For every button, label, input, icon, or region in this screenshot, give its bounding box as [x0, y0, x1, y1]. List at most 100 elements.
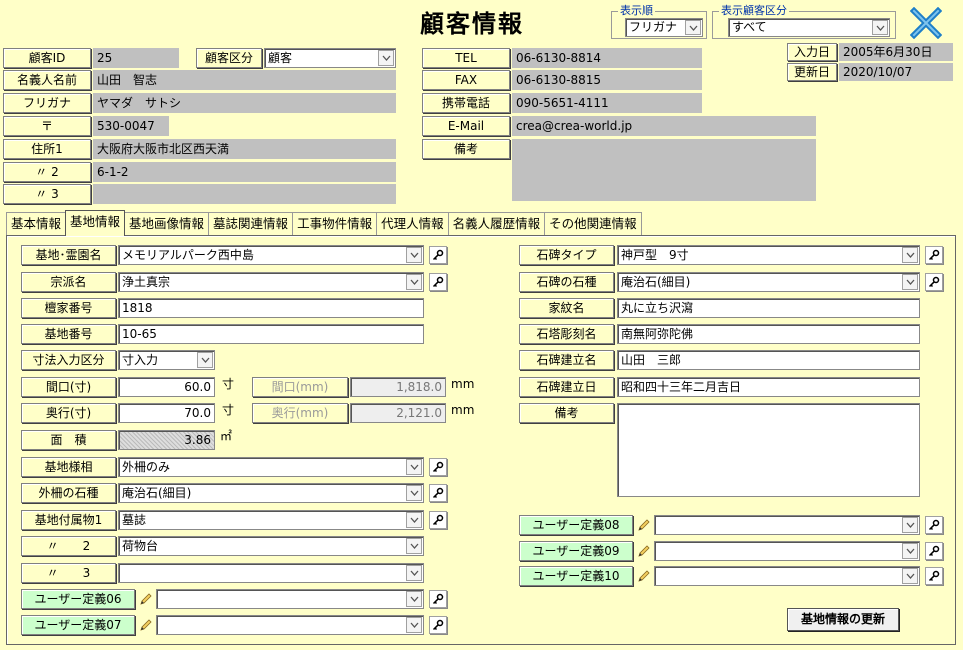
- customer-type-filter-select[interactable]: すべて: [728, 18, 890, 37]
- depth-mm-field: 2,121.0: [350, 403, 446, 423]
- builder-field[interactable]: 山田 三郎: [617, 350, 920, 370]
- remarks-field[interactable]: [512, 139, 816, 201]
- build-date-field[interactable]: 昭和四十三年二月吉日: [617, 377, 920, 397]
- user08-select[interactable]: [654, 515, 920, 535]
- tab-agent-info[interactable]: 代理人情報: [376, 212, 449, 236]
- user07-select[interactable]: [156, 615, 424, 635]
- width-sun-field[interactable]: 60.0: [118, 377, 215, 397]
- address1-field[interactable]: 大阪府大阪市北区西天満: [93, 139, 396, 159]
- chevron-down-icon[interactable]: [406, 512, 422, 528]
- pencil-icon[interactable]: [635, 541, 653, 561]
- sect-select[interactable]: 浄土真宗: [118, 272, 424, 292]
- chevron-down-icon[interactable]: [406, 538, 422, 554]
- build-date-label: 石碑建立日: [519, 377, 614, 397]
- chevron-down-icon[interactable]: [902, 543, 918, 559]
- lookup-key-icon[interactable]: [925, 273, 943, 291]
- lookup-key-icon[interactable]: [429, 246, 447, 264]
- chevron-down-icon[interactable]: [902, 247, 918, 263]
- stone-kind-label: 石碑の石種: [519, 272, 614, 292]
- tab-basic-info[interactable]: 基本情報: [6, 212, 67, 236]
- tab-epitaph-info[interactable]: 墓誌関連情報: [208, 212, 294, 236]
- chevron-down-icon[interactable]: [685, 20, 701, 35]
- pencil-icon[interactable]: [635, 515, 653, 535]
- customer-type-value: 顧客: [268, 51, 293, 65]
- chevron-down-icon[interactable]: [406, 591, 422, 607]
- remarks-label: 備考: [422, 139, 510, 159]
- plot-remarks-label: 備考: [519, 403, 614, 423]
- plot-remarks-field[interactable]: [617, 403, 920, 497]
- area-unit: ㎡: [220, 429, 233, 443]
- address3-field[interactable]: [93, 184, 396, 204]
- fax-field[interactable]: 06-6130-8815: [512, 70, 702, 90]
- pencil-icon[interactable]: [137, 589, 155, 609]
- email-field[interactable]: crea@crea-world.jp: [512, 116, 816, 136]
- chevron-down-icon[interactable]: [406, 485, 422, 501]
- mobile-field[interactable]: 090-5651-4111: [512, 93, 702, 113]
- accessory3-select[interactable]: [118, 563, 424, 583]
- close-button[interactable]: [909, 6, 943, 40]
- cemetery-select[interactable]: メモリアルパーク西中島: [118, 245, 424, 265]
- chevron-down-icon[interactable]: [378, 50, 394, 66]
- update-date-label: 更新日: [787, 63, 837, 81]
- accessory1-select[interactable]: 墓誌: [118, 510, 424, 530]
- address2-field[interactable]: 6-1-2: [93, 162, 396, 182]
- user10-select[interactable]: [654, 566, 920, 586]
- chevron-down-icon[interactable]: [406, 247, 422, 263]
- furigana-field[interactable]: ヤマダ サトシ: [93, 93, 396, 113]
- accessory2-select[interactable]: 荷物台: [118, 536, 424, 556]
- lookup-key-icon[interactable]: [925, 516, 943, 534]
- customer-type-select[interactable]: 顧客: [264, 48, 396, 68]
- lookup-key-icon[interactable]: [429, 616, 447, 634]
- customer-type-filter-group: 表示顧客区分 すべて: [712, 4, 896, 39]
- lookup-key-icon[interactable]: [925, 567, 943, 585]
- lookup-key-icon[interactable]: [429, 511, 447, 529]
- stone-type-select[interactable]: 神戸型 9寸: [617, 245, 920, 265]
- user09-select[interactable]: [654, 541, 920, 561]
- update-plot-info-button[interactable]: 基地情報の更新: [787, 608, 899, 631]
- tab-plot-info[interactable]: 基地情報: [65, 210, 126, 236]
- plot-no-field[interactable]: 10-65: [118, 324, 424, 344]
- chevron-down-icon[interactable]: [197, 352, 213, 368]
- inscription-field[interactable]: 南無阿弥陀佛: [617, 324, 920, 344]
- sect-value: 浄土真宗: [122, 275, 171, 289]
- stone-kind-select[interactable]: 庵治石(細目): [617, 272, 920, 292]
- chevron-down-icon[interactable]: [902, 274, 918, 290]
- tel-field[interactable]: 06-6130-8814: [512, 48, 702, 68]
- size-mode-select[interactable]: 寸入力: [118, 350, 215, 370]
- tab-holder-history[interactable]: 名義人履歴情報: [447, 212, 546, 236]
- chevron-down-icon[interactable]: [406, 274, 422, 290]
- lookup-key-icon[interactable]: [429, 484, 447, 502]
- lookup-key-icon[interactable]: [429, 590, 447, 608]
- lookup-key-icon[interactable]: [429, 458, 447, 476]
- fence-stone-select[interactable]: 庵治石(細目): [118, 483, 424, 503]
- chevron-down-icon[interactable]: [902, 568, 918, 584]
- plot-style-select[interactable]: 外柵のみ: [118, 457, 424, 477]
- tab-plot-image-info[interactable]: 基地画像情報: [124, 212, 210, 236]
- chevron-down-icon[interactable]: [406, 565, 422, 581]
- lookup-key-icon[interactable]: [925, 246, 943, 264]
- accessory2-label: 〃 2: [21, 536, 116, 556]
- postal-field[interactable]: 530-0047: [93, 116, 169, 136]
- sort-order-select[interactable]: フリガナ: [625, 18, 703, 37]
- width-sun-unit: 寸: [222, 377, 235, 391]
- tab-other-info[interactable]: その他関連情報: [544, 212, 642, 236]
- crest-label: 家紋名: [519, 298, 614, 318]
- crest-field[interactable]: 丸に立ち沢瀉: [617, 298, 920, 318]
- chevron-down-icon[interactable]: [406, 617, 422, 633]
- tab-construction-info[interactable]: 工事物件情報: [292, 212, 378, 236]
- chevron-down-icon[interactable]: [872, 20, 888, 35]
- user06-select[interactable]: [156, 589, 424, 609]
- furigana-label: フリガナ: [3, 93, 91, 113]
- size-mode-label: 寸法入力区分: [21, 350, 116, 370]
- customer-id-field[interactable]: 25: [93, 48, 179, 68]
- lookup-key-icon[interactable]: [925, 542, 943, 560]
- pencil-icon[interactable]: [137, 615, 155, 635]
- user06-label: ユーザー定義06: [21, 589, 135, 609]
- pencil-icon[interactable]: [635, 566, 653, 586]
- holder-name-field[interactable]: 山田 智志: [93, 70, 396, 90]
- danka-no-field[interactable]: 1818: [118, 298, 424, 318]
- depth-sun-field[interactable]: 70.0: [118, 403, 215, 423]
- chevron-down-icon[interactable]: [406, 459, 422, 475]
- lookup-key-icon[interactable]: [429, 273, 447, 291]
- chevron-down-icon[interactable]: [902, 517, 918, 533]
